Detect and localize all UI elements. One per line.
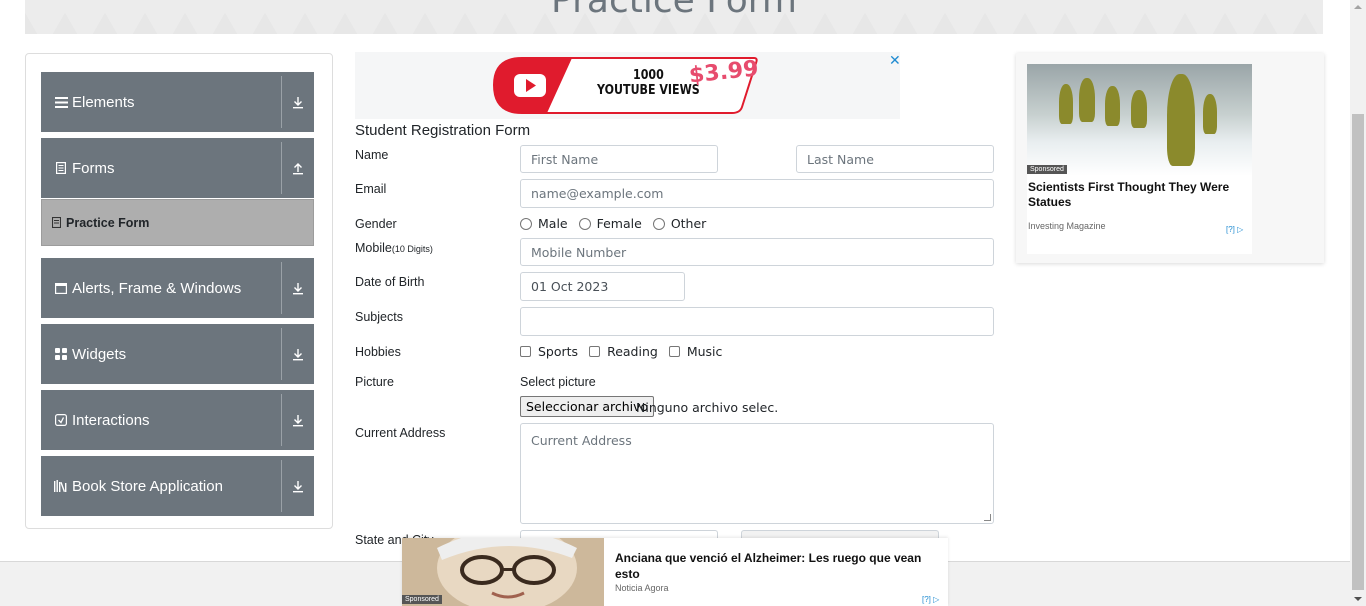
top-ad-banner[interactable]: 1000 YOUTUBE VIEWS $3.99 bbox=[355, 52, 900, 119]
sidebar-group-label: Alerts, Frame & Windows bbox=[72, 279, 242, 297]
subjects-input[interactable] bbox=[520, 307, 994, 336]
sidebar-group-label: Book Store Application bbox=[72, 477, 223, 495]
sidebar: Elements Forms Practice Form Alerts, Fra… bbox=[25, 53, 333, 529]
checkbox-label[interactable]: Reading bbox=[607, 344, 658, 359]
scrollbar-thumb[interactable] bbox=[1352, 114, 1364, 590]
interaction-icon bbox=[54, 413, 68, 427]
form-title: Student Registration Form bbox=[355, 122, 531, 139]
gender-radio-male[interactable] bbox=[520, 217, 532, 230]
download-arrow-icon[interactable] bbox=[282, 348, 314, 361]
dob-label: Date of Birth bbox=[355, 275, 425, 289]
books-icon bbox=[54, 479, 68, 493]
download-arrow-icon[interactable] bbox=[282, 96, 314, 109]
hamburger-icon bbox=[54, 95, 68, 109]
ad-close-icon[interactable]: ✕ bbox=[889, 52, 901, 68]
ad-text-line: 1000 bbox=[633, 68, 664, 83]
hobby-checkbox-reading[interactable] bbox=[589, 346, 601, 357]
scroll-up-icon[interactable] bbox=[1353, 3, 1363, 11]
youtube-ad-text: 1000 YOUTUBE VIEWS bbox=[597, 68, 700, 98]
ad-choices-label: [?] bbox=[922, 595, 931, 604]
gender-radio-group: Male Female Other bbox=[520, 216, 717, 231]
file-upload-button[interactable]: Seleccionar archivo bbox=[520, 396, 655, 417]
sidebar-group-interactions[interactable]: Interactions bbox=[41, 390, 314, 450]
sidebar-group-widgets[interactable]: Widgets bbox=[41, 324, 314, 384]
picture-label: Picture bbox=[355, 375, 394, 389]
textarea-placeholder: Current Address bbox=[531, 433, 632, 448]
mobile-input[interactable]: Mobile Number bbox=[520, 238, 994, 266]
page-title: Practice Form bbox=[551, 0, 797, 21]
sidebar-group-label: Widgets bbox=[72, 345, 127, 363]
hobbies-checkbox-group: Sports Reading Music bbox=[520, 344, 733, 359]
upload-arrow-icon[interactable] bbox=[282, 162, 314, 175]
sidebar-group-label: Elements bbox=[72, 93, 135, 111]
first-name-input[interactable]: First Name bbox=[520, 145, 718, 173]
sponsored-badge: Sponsored bbox=[1027, 165, 1067, 174]
ad-choices-label: [?] bbox=[1226, 225, 1235, 234]
sidebar-item-label: Practice Form bbox=[66, 215, 150, 230]
checkbox-label[interactable]: Sports bbox=[538, 344, 578, 359]
statue-figure bbox=[1167, 74, 1195, 166]
email-label: Email bbox=[355, 182, 387, 196]
sidebar-group-label: Interactions bbox=[72, 411, 150, 429]
sidebar-group-elements[interactable]: Elements bbox=[41, 72, 314, 132]
sidebar-group-alerts[interactable]: Alerts, Frame & Windows bbox=[41, 258, 314, 318]
statue-figure bbox=[1131, 90, 1147, 128]
scroll-down-icon[interactable] bbox=[1353, 595, 1363, 603]
ad-image: Sponsored bbox=[1027, 64, 1252, 176]
ad-choices-icon[interactable]: [?] ▷ bbox=[1226, 225, 1243, 234]
email-input[interactable]: name@example.com bbox=[520, 179, 994, 208]
statue-figure bbox=[1059, 84, 1073, 124]
sidebar-item-practice-form[interactable]: Practice Form bbox=[41, 199, 314, 246]
last-name-input[interactable]: Last Name bbox=[796, 145, 994, 173]
mobile-hint: (10 Digits) bbox=[391, 244, 433, 254]
ad-source: Investing Magazine bbox=[1028, 221, 1106, 231]
hobby-checkbox-music[interactable] bbox=[668, 346, 680, 357]
ad-source: Noticia Agora bbox=[615, 583, 669, 593]
download-arrow-icon[interactable] bbox=[282, 414, 314, 427]
document-small-icon bbox=[52, 216, 62, 229]
document-icon bbox=[54, 161, 68, 175]
ad-headline[interactable]: Anciana que venció el Alzheimer: Les rue… bbox=[615, 550, 935, 582]
current-address-textarea[interactable]: Current Address bbox=[520, 423, 994, 524]
checkbox-label[interactable]: Music bbox=[687, 344, 723, 359]
radio-label[interactable]: Male bbox=[538, 216, 568, 231]
radio-label[interactable]: Other bbox=[671, 216, 707, 231]
download-arrow-icon[interactable] bbox=[282, 480, 314, 493]
sidebar-group-label: Forms bbox=[72, 159, 115, 177]
resize-handle-icon[interactable] bbox=[984, 514, 991, 521]
header-banner: Practice Form bbox=[25, 0, 1323, 34]
date-of-birth-input[interactable]: 01 Oct 2023 bbox=[520, 272, 685, 301]
radio-label[interactable]: Female bbox=[597, 216, 642, 231]
gender-radio-female[interactable] bbox=[578, 217, 591, 230]
sidebar-group-book-store[interactable]: Book Store Application bbox=[41, 456, 314, 516]
statue-figure bbox=[1105, 86, 1120, 126]
file-status: Ninguno archivo selec. bbox=[636, 400, 779, 415]
hobbies-label: Hobbies bbox=[355, 345, 401, 359]
current-address-label: Current Address bbox=[355, 426, 446, 440]
ad-card[interactable]: Sponsored Scientists First Thought They … bbox=[1027, 64, 1252, 254]
side-ad[interactable]: Sponsored Scientists First Thought They … bbox=[1016, 53, 1324, 263]
grid-icon bbox=[54, 347, 68, 361]
select-picture-prompt: Select picture bbox=[520, 375, 596, 389]
mobile-label: Mobile(10 Digits) bbox=[355, 241, 433, 255]
mobile-label-text: Mobile bbox=[355, 241, 392, 255]
name-label: Name bbox=[355, 148, 389, 162]
download-arrow-icon[interactable] bbox=[282, 282, 314, 295]
gender-radio-other[interactable] bbox=[652, 217, 665, 230]
sponsored-badge: Sponsored bbox=[402, 595, 442, 604]
gender-label: Gender bbox=[355, 217, 397, 231]
ad-headline[interactable]: Scientists First Thought They Were Statu… bbox=[1028, 180, 1246, 210]
statue-figure bbox=[1203, 94, 1217, 134]
bottom-ad[interactable]: Sponsored Anciana que venció el Alzheime… bbox=[402, 538, 948, 606]
statue-figure bbox=[1079, 78, 1095, 122]
ad-choices-icon[interactable]: [?] ▷ bbox=[922, 595, 939, 604]
ad-text-line: YOUTUBE VIEWS bbox=[597, 83, 700, 98]
ad-image: Sponsored bbox=[402, 538, 604, 606]
subjects-label: Subjects bbox=[355, 310, 403, 324]
window-icon bbox=[54, 281, 68, 295]
hobby-checkbox-sports[interactable] bbox=[520, 346, 531, 357]
sidebar-group-forms[interactable]: Forms bbox=[41, 138, 314, 198]
